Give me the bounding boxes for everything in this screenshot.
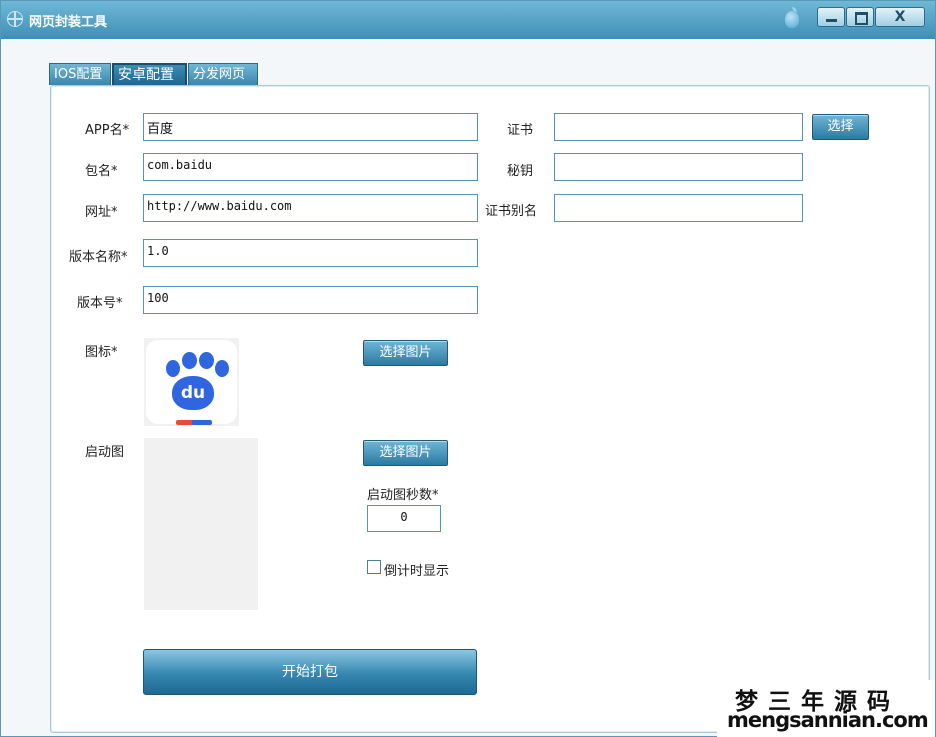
tab-android-config[interactable]: 安卓配置 [112, 63, 187, 85]
certificate-label: 证书 [507, 123, 534, 138]
title-bar: 网页封装工具 X [1, 1, 935, 39]
minimize-button[interactable] [817, 7, 845, 27]
certificate-input[interactable] [554, 113, 803, 141]
version-code-input[interactable]: 100 [143, 286, 478, 314]
splash-label: 启动图 [85, 445, 125, 460]
version-code-label: 版本号* [77, 296, 123, 311]
app-icon-preview: du [144, 338, 239, 426]
window-title: 网页封装工具 [29, 15, 108, 30]
maximize-button[interactable] [846, 7, 874, 27]
package-input[interactable]: com.baidu [143, 153, 478, 181]
apple-icon[interactable] [785, 7, 799, 28]
close-button[interactable]: X [875, 7, 925, 27]
globe-icon [7, 11, 23, 27]
countdown-label: 倒计时显示 [384, 564, 450, 579]
splash-seconds-input[interactable]: 0 [367, 505, 441, 532]
secret-input[interactable] [554, 153, 803, 181]
watermark: 梦三年源码 mengsannian.com [717, 680, 935, 737]
splash-seconds-label: 启动图秒数* [367, 488, 439, 503]
countdown-checkbox[interactable] [367, 560, 381, 574]
watermark-en: mengsannian.com [727, 708, 929, 732]
url-input[interactable]: http://www.baidu.com [143, 194, 478, 222]
app-window: 网页封装工具 X IOS配置 安卓配置 分发网页 APP名* 百度 包名* co… [0, 0, 936, 737]
baidu-paw-icon: du [146, 340, 237, 425]
secret-label: 秘钥 [507, 164, 534, 179]
choose-icon-button[interactable]: 选择图片 [363, 340, 448, 366]
alias-input[interactable] [554, 194, 803, 222]
version-name-label: 版本名称* [69, 250, 128, 265]
du-logo-text: du [180, 383, 206, 403]
start-build-button[interactable]: 开始打包 [143, 649, 477, 695]
url-label: 网址* [85, 205, 118, 220]
splash-image-preview [144, 438, 258, 610]
package-label: 包名* [85, 164, 118, 179]
icon-label: 图标* [85, 345, 118, 360]
choose-splash-button[interactable]: 选择图片 [363, 440, 448, 466]
app-name-label: APP名* [85, 123, 130, 138]
alias-label: 证书别名 [485, 204, 538, 219]
tab-ios-config[interactable]: IOS配置 [49, 63, 111, 85]
version-name-input[interactable]: 1.0 [143, 239, 478, 267]
tab-distribution-page[interactable]: 分发网页 [188, 63, 258, 85]
choose-certificate-button[interactable]: 选择 [812, 114, 869, 140]
app-name-input[interactable]: 百度 [143, 113, 478, 141]
